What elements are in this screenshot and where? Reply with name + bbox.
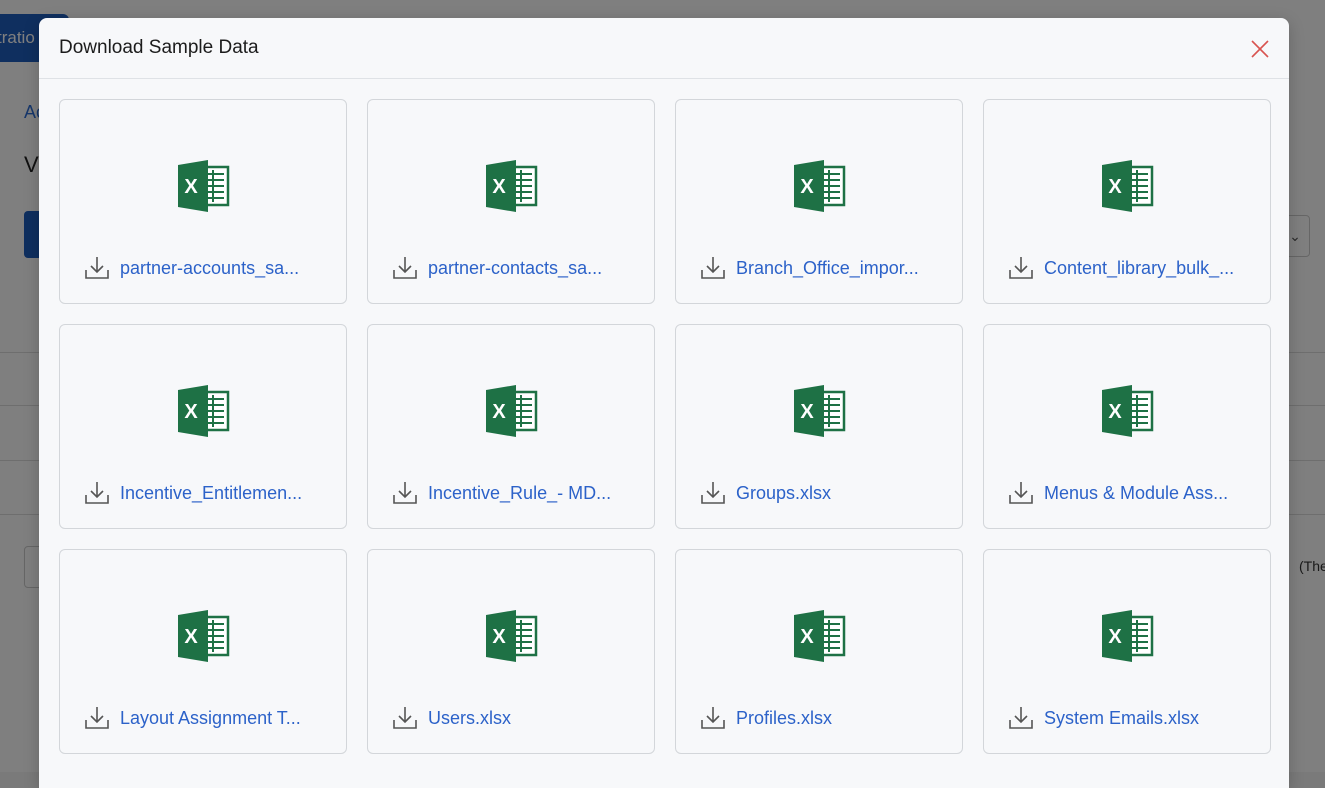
svg-text:X: X	[184, 176, 198, 198]
file-name-link[interactable]: Branch_Office_impor...	[736, 258, 919, 279]
sample-file-card[interactable]: X Branch_Office_impor...	[675, 99, 963, 304]
sample-file-card[interactable]: X partner-contacts_sa...	[367, 99, 655, 304]
excel-file-icon: X	[1102, 385, 1154, 437]
sample-file-card[interactable]: X Groups.xlsx	[675, 324, 963, 529]
download-link[interactable]: partner-contacts_sa...	[392, 255, 602, 281]
svg-text:X: X	[800, 401, 814, 423]
download-link[interactable]: System Emails.xlsx	[1008, 705, 1199, 731]
sample-file-grid: X partner-accounts_sa... X partner-conta…	[59, 99, 1271, 754]
download-link[interactable]: Users.xlsx	[392, 705, 511, 731]
file-name-link[interactable]: Content_library_bulk_...	[1044, 258, 1234, 279]
download-icon	[392, 255, 418, 281]
download-icon	[84, 480, 110, 506]
close-icon[interactable]	[1249, 38, 1271, 60]
file-name-link[interactable]: System Emails.xlsx	[1044, 708, 1199, 729]
excel-file-icon: X	[178, 385, 230, 437]
svg-text:X: X	[492, 176, 506, 198]
excel-file-icon: X	[1102, 160, 1154, 212]
excel-file-icon: X	[794, 385, 846, 437]
modal-header: Download Sample Data	[39, 18, 1289, 79]
file-name-link[interactable]: Users.xlsx	[428, 708, 511, 729]
download-sample-data-modal: Download Sample Data X partner-accounts_…	[39, 18, 1289, 788]
sample-file-card[interactable]: X Incentive_Rule_- MD...	[367, 324, 655, 529]
sample-file-card[interactable]: X Menus & Module Ass...	[983, 324, 1271, 529]
file-name-link[interactable]: Groups.xlsx	[736, 483, 831, 504]
excel-file-icon: X	[178, 610, 230, 662]
svg-text:X: X	[492, 401, 506, 423]
file-name-link[interactable]: Layout Assignment T...	[120, 708, 301, 729]
svg-text:X: X	[492, 626, 506, 648]
sample-file-card[interactable]: X Content_library_bulk_...	[983, 99, 1271, 304]
sample-file-card[interactable]: X Profiles.xlsx	[675, 549, 963, 754]
download-icon	[1008, 705, 1034, 731]
download-link[interactable]: Menus & Module Ass...	[1008, 480, 1228, 506]
sample-file-card[interactable]: X System Emails.xlsx	[983, 549, 1271, 754]
download-icon	[84, 705, 110, 731]
svg-text:X: X	[800, 626, 814, 648]
download-link[interactable]: Profiles.xlsx	[700, 705, 832, 731]
svg-text:X: X	[1108, 626, 1122, 648]
sample-file-card[interactable]: X Users.xlsx	[367, 549, 655, 754]
download-icon	[1008, 480, 1034, 506]
download-link[interactable]: Branch_Office_impor...	[700, 255, 919, 281]
download-icon	[700, 705, 726, 731]
excel-file-icon: X	[794, 610, 846, 662]
file-name-link[interactable]: Incentive_Entitlemen...	[120, 483, 302, 504]
excel-file-icon: X	[1102, 610, 1154, 662]
download-link[interactable]: Layout Assignment T...	[84, 705, 301, 731]
file-name-link[interactable]: Menus & Module Ass...	[1044, 483, 1228, 504]
file-name-link[interactable]: partner-contacts_sa...	[428, 258, 602, 279]
download-icon	[84, 255, 110, 281]
download-link[interactable]: partner-accounts_sa...	[84, 255, 299, 281]
download-icon	[1008, 255, 1034, 281]
excel-file-icon: X	[486, 610, 538, 662]
excel-file-icon: X	[794, 160, 846, 212]
file-name-link[interactable]: partner-accounts_sa...	[120, 258, 299, 279]
download-link[interactable]: Incentive_Rule_- MD...	[392, 480, 611, 506]
sample-file-card[interactable]: X partner-accounts_sa...	[59, 99, 347, 304]
svg-text:X: X	[1108, 176, 1122, 198]
download-link[interactable]: Groups.xlsx	[700, 480, 831, 506]
svg-text:X: X	[184, 626, 198, 648]
excel-file-icon: X	[486, 385, 538, 437]
svg-text:X: X	[800, 176, 814, 198]
download-icon	[700, 255, 726, 281]
download-link[interactable]: Content_library_bulk_...	[1008, 255, 1234, 281]
download-icon	[392, 480, 418, 506]
sample-file-card[interactable]: X Layout Assignment T...	[59, 549, 347, 754]
excel-file-icon: X	[178, 160, 230, 212]
download-icon	[392, 705, 418, 731]
excel-file-icon: X	[486, 160, 538, 212]
sample-file-card[interactable]: X Incentive_Entitlemen...	[59, 324, 347, 529]
file-name-link[interactable]: Incentive_Rule_- MD...	[428, 483, 611, 504]
download-link[interactable]: Incentive_Entitlemen...	[84, 480, 302, 506]
download-icon	[700, 480, 726, 506]
svg-text:X: X	[184, 401, 198, 423]
file-name-link[interactable]: Profiles.xlsx	[736, 708, 832, 729]
modal-title: Download Sample Data	[59, 37, 259, 58]
svg-text:X: X	[1108, 401, 1122, 423]
